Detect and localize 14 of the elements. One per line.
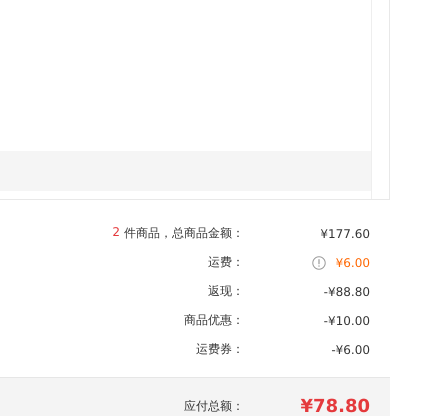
summary-label: 运费券： xyxy=(196,341,244,358)
info-icon[interactable] xyxy=(312,256,326,270)
total-value: ¥78.80 xyxy=(300,396,370,416)
summary-label: 返现： xyxy=(208,283,244,300)
summary-label: 运费： xyxy=(208,254,244,271)
summary-value: -¥6.00 xyxy=(331,342,370,356)
summary-value: -¥10.00 xyxy=(324,314,370,328)
summary-value: ¥177.60 xyxy=(320,226,370,240)
summary-label: 件商品，总商品金额： xyxy=(124,225,244,242)
summary-value: -¥88.80 xyxy=(324,284,370,298)
item-count: 2 xyxy=(112,225,120,241)
total-label: 应付总额： xyxy=(183,398,244,414)
summary-label: 商品优惠： xyxy=(184,312,244,329)
summary-value: ¥6.00 xyxy=(336,256,370,270)
